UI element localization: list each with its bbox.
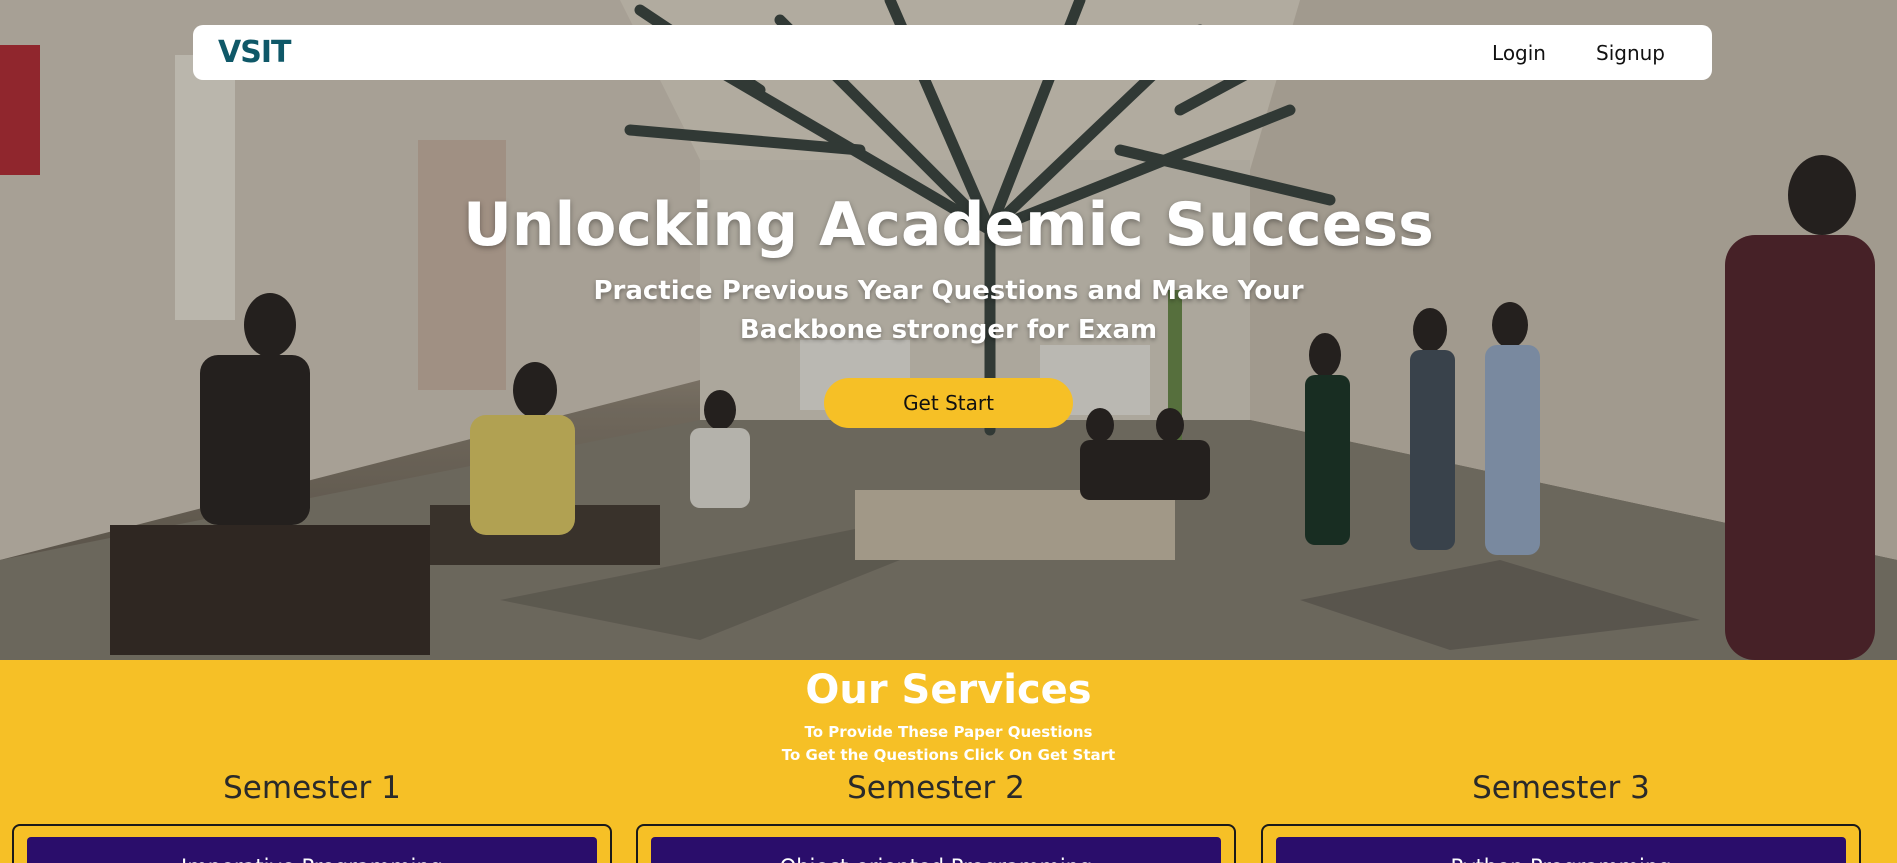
hero-subtitle: Practice Previous Year Questions and Mak… bbox=[0, 272, 1897, 350]
semester-title: Semester 1 bbox=[223, 770, 401, 806]
semester-title: Semester 3 bbox=[1472, 770, 1650, 806]
hero-subtitle-line-2: Backbone stronger for Exam bbox=[739, 315, 1158, 345]
services-title: Our Services bbox=[805, 667, 1092, 713]
get-start-button[interactable]: Get Start bbox=[824, 378, 1073, 428]
course-button-object-oriented-programming[interactable]: Object-oriented Programming bbox=[651, 837, 1221, 863]
hero-subtitle-line-1: Practice Previous Year Questions and Mak… bbox=[593, 276, 1304, 306]
semester-card: Imperative Programming bbox=[12, 824, 612, 863]
semester-column-3: Semester 3 Python Programming bbox=[1261, 770, 1861, 863]
semester-card: Python Programming bbox=[1261, 824, 1861, 863]
login-link[interactable]: Login bbox=[1492, 41, 1546, 65]
navbar: VSIT Login Signup bbox=[193, 25, 1712, 80]
logo[interactable]: VSIT bbox=[218, 35, 291, 70]
services-subtitle-line-2: To Get the Questions Click On Get Start bbox=[781, 746, 1116, 764]
course-button-python-programming[interactable]: Python Programming bbox=[1276, 837, 1846, 863]
course-button-imperative-programming[interactable]: Imperative Programming bbox=[27, 837, 597, 863]
nav-links: Login Signup bbox=[1492, 41, 1665, 65]
semester-title: Semester 2 bbox=[847, 770, 1025, 806]
semester-column-1: Semester 1 Imperative Programming bbox=[12, 770, 612, 863]
signup-link[interactable]: Signup bbox=[1596, 41, 1665, 65]
hero-title: Unlocking Academic Success bbox=[463, 190, 1434, 260]
services-subtitle-line-1: To Provide These Paper Questions bbox=[804, 723, 1093, 741]
semester-column-2: Semester 2 Object-oriented Programming bbox=[636, 770, 1236, 863]
services-subtitle: To Provide These Paper Questions To Get … bbox=[0, 721, 1897, 767]
semester-card: Object-oriented Programming bbox=[636, 824, 1236, 863]
